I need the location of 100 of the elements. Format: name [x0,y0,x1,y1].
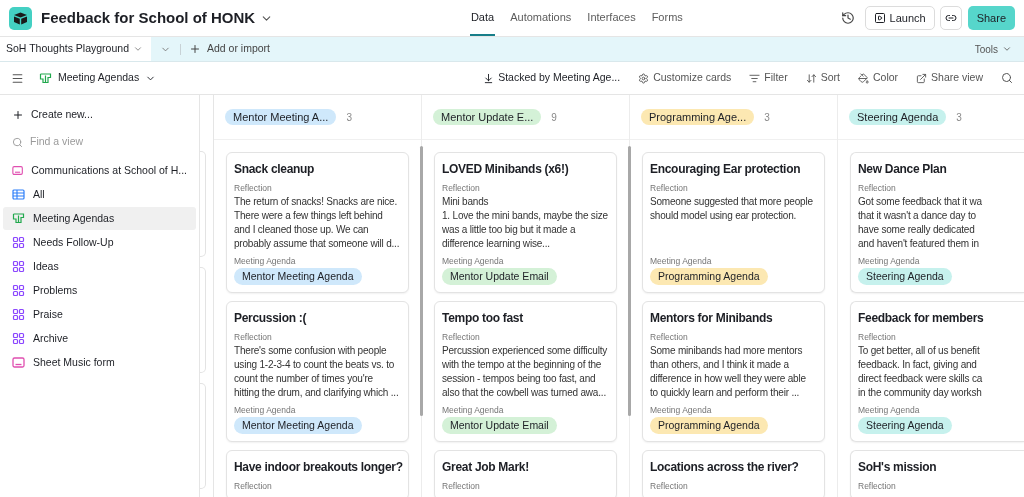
field-label: Meeting Agenda [650,256,713,267]
reflection-text: Percussion experienced some difficulty with the tempo at the beginning of the session - tempos being too fast, and also that the cowbell was turned awa... [442,344,609,400]
field-label: Reflection [234,332,273,343]
record-card[interactable]: Have indoor breakouts longer? Reflection [226,450,409,497]
record-card[interactable] [226,152,409,293]
field-label: Reflection [858,481,897,492]
view-item[interactable]: Meeting Agendas [3,207,196,230]
card-title: Encouraging Ear protection [650,161,802,177]
share-view-button[interactable]: Share view [916,70,983,86]
reflection-text: Someone suggested that more people should model using ear protection. [650,195,814,223]
field-label: Reflection [858,332,897,343]
create-new-button[interactable]: Create new... [3,104,196,126]
agenda-tag: Mentor Update Email [442,417,557,434]
nav-tab[interactable]: Interfaces [586,0,637,36]
filter-button[interactable]: Filter [749,70,788,86]
stacked-by-button[interactable]: Stacked by Meeting Age... [483,70,621,86]
record-card[interactable] [434,301,617,442]
view-item[interactable]: Praise [3,303,196,326]
search-icon[interactable] [1001,72,1013,84]
plus-icon [189,43,201,55]
record-card[interactable]: Encouraging Ear protection Reflection Someone suggested that more people should model using ear protection. Meeting Agenda Programming Agenda [642,152,825,293]
sort-button[interactable]: Sort [805,70,840,86]
paint-bucket-icon [857,72,869,84]
launch-icon [873,12,886,24]
agenda-tag: Steering Agenda [858,417,952,434]
nav-tab[interactable]: Automations [509,0,573,36]
scrollbar[interactable] [628,146,631,416]
stack-header[interactable]: Steering Agenda [849,109,947,125]
card-title: Great Job Mark! [442,459,530,475]
agenda-tag: Mentor Meeting Agenda [234,417,362,434]
reflection-text: To get better, all of us benefit feedback. In fact, giving and direct feedback were skills ca in the community day worksh [858,344,984,400]
nav-tab[interactable]: Forms [650,0,684,36]
record-count: 3 [956,110,962,125]
view-item[interactable]: Sheet Music form [3,351,196,374]
view-item[interactable]: Archive [3,327,196,350]
stack-header[interactable]: Mentor Meeting A... [225,109,337,125]
view-item[interactable]: Problems [3,279,196,302]
record-card[interactable]: Locations across the river? Reflection [642,450,825,497]
view-item[interactable]: All [3,183,196,206]
form-icon [12,164,24,177]
stack-header[interactable]: Mentor Update E... [433,109,542,125]
record-card[interactable]: New Dance Plan Reflection Got some feedback that it wa that it wasn't a dance day to have some really dedicated and haven't featured them in Meeting Agenda Steering Agenda [850,152,1024,293]
settings-icon [638,72,650,84]
customize-cards-button[interactable]: Customize cards [638,70,732,86]
view-item[interactable]: Needs Follow-Up [3,231,196,254]
base-title[interactable]: Feedback for School of HONK [41,6,256,30]
menu-icon[interactable] [11,71,24,85]
form-icon [12,356,25,369]
field-label: Reflection [234,183,273,194]
record-count: 3 [764,110,770,125]
view-switcher[interactable]: Meeting Agendas [39,70,157,86]
reflection-text: Got some feedback that it wa that it wasn't a dance day to have some really dedicated and haven't featured them in [858,195,983,251]
field-label: Reflection [650,481,689,492]
record-card[interactable] [226,301,409,442]
agenda-tag: Steering Agenda [858,268,952,285]
record-card[interactable]: SoH's mission Reflection [850,450,1024,497]
card-title: Have indoor breakouts longer? [234,459,401,475]
field-label: Reflection [442,332,481,343]
app-logo-icon[interactable] [9,6,32,30]
reflection-text: The return of snacks! Snacks are nice. There were a few things left behind and I cleaned those up. We can probably assume that someone will d... [234,195,401,251]
color-button[interactable]: Color [857,70,899,86]
tools-button[interactable]: Tools [974,37,1012,61]
field-label: Reflection [442,481,481,492]
external-link-icon [916,72,928,84]
view-item[interactable]: Ideas [3,255,196,278]
reflection-text: Mini bands 1. Love the mini bands, maybe the size was a little too big but it made a difference learning wise... [442,195,609,251]
stack-header[interactable]: Programming Age... [641,109,755,125]
gallery-icon [12,308,25,321]
history-icon[interactable] [840,11,855,25]
card-title: LOVED Minibands (x6!) [442,161,570,177]
record-count: 9 [551,110,557,125]
filter-icon [749,72,761,84]
field-label: Meeting Agenda [442,405,505,416]
add-import-button[interactable]: Add or import [189,37,271,61]
record-card[interactable]: LOVED Minibands (x6!) Reflection Mini bands 1. Love the mini bands, maybe the size was a little too big but it made a difference learning wise... Meeting Agenda Mentor Update Email [434,152,617,293]
launch-button[interactable]: Launch [864,6,935,30]
agenda-tag: Programming Agenda [650,417,768,434]
kanban-icon [39,71,52,85]
field-label: Reflection [650,183,689,194]
card-title: Feedback for members [858,310,985,326]
record-card[interactable]: Great Job Mark! Reflection [434,450,617,497]
record-card[interactable]: Feedback for members Reflection To get better, all of us benefit feedback. In fact, giving and direct feedback were skills ca in the community day worksh Meeting Agenda Steering Agenda [850,301,1024,442]
agenda-tag: Mentor Update Email [442,268,557,285]
agenda-tag: Mentor Meeting Agenda [234,268,362,285]
grid-icon [12,188,25,201]
record-count: 3 [346,110,352,125]
card-title: New Dance Plan [858,161,948,177]
reflection-text: There's some confusion with people using 1-2-3-4 to count the beats vs. to count the number of times you're hitting the drum, and clarifying which ... [234,344,400,400]
share-button[interactable]: Share [967,6,1015,30]
find-view-field[interactable]: Find a view [30,134,170,150]
field-label: Meeting Agenda [234,256,297,267]
field-label: Reflection [858,183,897,194]
search-icon [12,136,23,148]
copy-link-button[interactable] [939,6,962,30]
table-tab[interactable]: SoH Thoughts Playground [0,37,151,61]
agenda-tag: Programming Agenda [650,268,768,285]
plus-icon [12,109,24,121]
record-card[interactable] [642,301,825,442]
view-item[interactable]: Communications at School of H... [3,159,196,182]
scrollbar[interactable] [420,146,423,416]
